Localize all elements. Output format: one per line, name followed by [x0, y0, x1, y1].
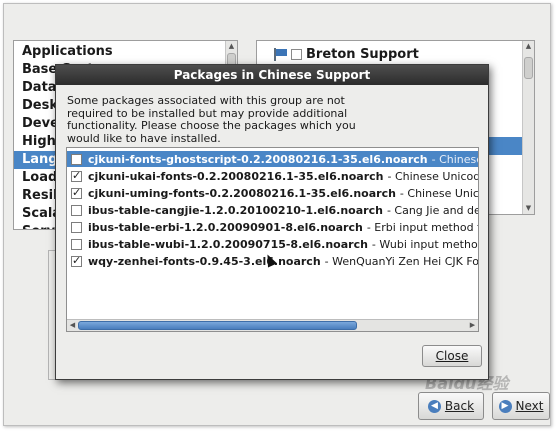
- package-description: - WenQuanYi Zen Hei CJK Font: [324, 254, 479, 268]
- group-scrollbar[interactable]: ▲ ▼: [522, 41, 534, 214]
- group-row-breton[interactable]: Breton Support: [273, 45, 419, 63]
- back-arrow-icon: ◀: [427, 399, 441, 413]
- package-name: ibus-table-erbi-1.2.0.20090901-8.el6.noa…: [88, 220, 363, 234]
- package-row[interactable]: ibus-table-erbi-1.2.0.20090901-8.el6.noa…: [67, 219, 478, 235]
- package-name: cjkuni-ukai-fonts-0.2.20080216.1-35.el6.…: [88, 169, 384, 183]
- package-checkbox[interactable]: [71, 221, 82, 233]
- back-button[interactable]: ◀ Back: [418, 392, 484, 420]
- package-list[interactable]: cjkuni-fonts-ghostscript-0.2.20080216.1-…: [66, 147, 479, 332]
- scroll-up-arrow-icon[interactable]: ▲: [523, 41, 534, 52]
- scroll-right-arrow-icon[interactable]: ▶: [467, 320, 478, 331]
- hscroll-thumb[interactable]: [78, 321, 357, 330]
- package-checkbox[interactable]: [71, 238, 82, 250]
- group-checkbox[interactable]: [291, 48, 302, 60]
- next-button[interactable]: ▶ Next: [492, 392, 550, 420]
- group-label: Breton Support: [306, 46, 419, 62]
- package-row[interactable]: ibus-table-cangjie-1.2.0.20100210-1.el6.…: [67, 202, 478, 218]
- package-description: - Chinese Unicode TrueType font: [387, 169, 479, 183]
- dialog-title: Packages in Chinese Support: [56, 65, 488, 85]
- scroll-thumb[interactable]: [524, 57, 533, 79]
- package-name: ibus-table-cangjie-1.2.0.20100210-1.el6.…: [88, 203, 383, 217]
- package-checkbox[interactable]: [71, 153, 82, 165]
- category-item[interactable]: Applications: [14, 43, 227, 61]
- package-checkbox[interactable]: [71, 254, 82, 267]
- next-arrow-icon: ▶: [498, 399, 512, 413]
- package-description: - Wubi input methods for ibus-table: [371, 237, 478, 251]
- package-row[interactable]: cjkuni-ukai-fonts-0.2.20080216.1-35.el6.…: [67, 168, 478, 184]
- scroll-up-arrow-icon[interactable]: ▲: [226, 41, 237, 52]
- package-name: cjkuni-uming-fonts-0.2.20080216.1-35.el6…: [88, 186, 396, 200]
- package-checkbox[interactable]: [71, 186, 82, 199]
- dialog-description: Some packages associated with this group…: [67, 94, 356, 145]
- package-description: - Chinese Unicode TrueType: [399, 186, 479, 200]
- package-name: cjkuni-fonts-ghostscript-0.2.20080216.1-…: [88, 152, 428, 166]
- package-description: - Cang Jie and derived tables: [386, 203, 478, 217]
- scroll-down-arrow-icon[interactable]: ▼: [523, 203, 534, 214]
- package-row[interactable]: cjkuni-uming-fonts-0.2.20080216.1-35.el6…: [67, 185, 478, 201]
- package-row[interactable]: cjkuni-fonts-ghostscript-0.2.20080216.1-…: [67, 151, 478, 167]
- packages-dialog: Packages in Chinese Support Some package…: [55, 64, 489, 380]
- package-row[interactable]: ibus-table-wubi-1.2.0.20090715-8.el6.noa…: [67, 236, 478, 252]
- flag-icon: [273, 47, 287, 61]
- package-checkbox[interactable]: [71, 204, 82, 216]
- package-description: - Chinese Unicode TrueType: [431, 152, 479, 166]
- package-checkbox[interactable]: [71, 169, 82, 182]
- package-hscrollbar[interactable]: ◀ ▶: [67, 319, 478, 331]
- package-name: ibus-table-wubi-1.2.0.20090715-8.el6.noa…: [88, 237, 368, 251]
- scroll-left-arrow-icon[interactable]: ◀: [67, 320, 78, 331]
- package-name: wqy-zenhei-fonts-0.9.45-3.el6.noarch: [88, 254, 321, 268]
- package-description: - Erbi input method tables for IBus: [366, 220, 478, 234]
- close-button[interactable]: Close: [422, 345, 482, 367]
